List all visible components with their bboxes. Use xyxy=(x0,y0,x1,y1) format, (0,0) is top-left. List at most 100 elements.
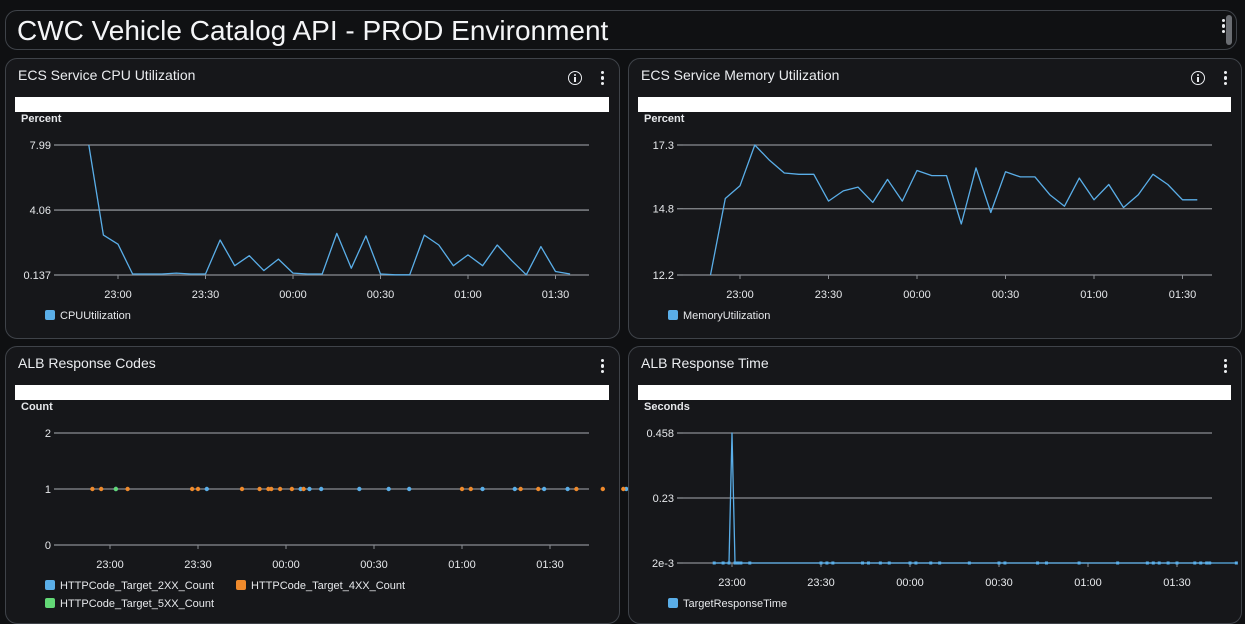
legend-swatch xyxy=(668,310,678,320)
data-point xyxy=(319,486,324,492)
legend-label: MemoryUtilization xyxy=(683,310,771,322)
legend-item-cpu[interactable]: CPUUtilization xyxy=(45,310,131,322)
widget-cpu-utilization: ECS Service CPU Utilization Percent 7.99… xyxy=(5,58,620,339)
data-point xyxy=(468,486,473,492)
data-point xyxy=(712,561,716,565)
data-point xyxy=(914,561,918,565)
data-point xyxy=(357,486,362,492)
x-tick-label: 23:00 xyxy=(96,559,124,571)
data-point xyxy=(1205,561,1209,565)
data-point xyxy=(536,486,541,492)
data-point xyxy=(407,486,412,492)
data-point xyxy=(113,486,119,492)
data-point xyxy=(997,561,1001,565)
data-point xyxy=(736,561,740,565)
response-time-chart: 0.458 0.23 2e-3 23:00 23:30 00:00 00:30 01:00 01… xyxy=(646,428,1238,589)
legend-swatch xyxy=(236,580,246,590)
data-point xyxy=(721,561,725,565)
data-point xyxy=(289,486,295,492)
widget-alb-response-time: ALB Response Time Seconds 0.458 0.23 2e-3 2… xyxy=(628,346,1242,624)
legend-item-5xx[interactable]: HTTPCode_Target_5XX_Count xyxy=(45,598,214,610)
data-point xyxy=(1234,561,1238,565)
y-tick-label: 12.2 xyxy=(653,270,674,282)
title-scrollbar[interactable] xyxy=(1226,15,1232,45)
y-tick-label: 14.8 xyxy=(653,204,674,216)
data-point xyxy=(1166,561,1170,565)
x-tick-label: 01:00 xyxy=(448,559,476,571)
y-tick-label: 0.137 xyxy=(23,270,51,282)
data-point xyxy=(386,486,391,492)
cpu-chart: 7.99 4.06 0.137 23:00 23:30 00:00 00:30 01:00 01… xyxy=(23,140,589,301)
data-point xyxy=(1116,561,1120,565)
y-tick-label: 0.23 xyxy=(653,493,674,505)
data-point xyxy=(600,486,605,492)
y-tick-label: 2 xyxy=(45,428,51,440)
x-tick-label: 23:00 xyxy=(726,289,754,301)
x-tick-label: 23:30 xyxy=(184,559,212,571)
data-point xyxy=(825,561,829,565)
data-point xyxy=(831,561,835,565)
x-tick-label: 23:00 xyxy=(718,577,746,589)
data-point xyxy=(1193,561,1197,565)
data-point xyxy=(307,486,312,492)
legend-item-2xx[interactable]: HTTPCode_Target_2XX_Count xyxy=(45,580,214,592)
data-point xyxy=(739,561,743,565)
data-point xyxy=(938,561,942,565)
data-point xyxy=(269,486,274,492)
x-tick-label: 23:00 xyxy=(104,289,132,301)
data-point xyxy=(908,561,912,565)
legend-label: CPUUtilization xyxy=(60,310,131,322)
x-tick-label: 23:30 xyxy=(807,577,835,589)
data-point xyxy=(1208,561,1212,565)
x-tick-label: 01:00 xyxy=(454,289,482,301)
data-point xyxy=(866,561,870,565)
legend-label: HTTPCode_Target_4XX_Count xyxy=(251,580,406,592)
data-point xyxy=(257,486,262,492)
x-tick-label: 01:30 xyxy=(542,289,570,301)
x-tick-label: 01:30 xyxy=(1169,289,1197,301)
data-point xyxy=(277,486,283,492)
data-point xyxy=(99,486,104,492)
legend-label: HTTPCode_Target_2XX_Count xyxy=(60,580,215,592)
x-tick-label: 00:30 xyxy=(360,559,388,571)
legend-swatch xyxy=(45,598,55,608)
legend-swatch xyxy=(668,598,678,608)
y-tick-label: 0 xyxy=(45,540,51,552)
data-point xyxy=(819,561,823,565)
data-point xyxy=(239,486,245,492)
legend-label: HTTPCode_Target_5XX_Count xyxy=(60,598,215,610)
data-point xyxy=(189,486,195,492)
x-tick-label: 00:00 xyxy=(279,289,307,301)
data-point xyxy=(748,561,752,565)
data-point xyxy=(1036,561,1040,565)
y-tick-label: 2e-3 xyxy=(652,558,674,570)
data-point xyxy=(195,486,201,492)
y-tick-label: 1 xyxy=(45,484,51,496)
x-tick-label: 00:30 xyxy=(992,289,1020,301)
data-point xyxy=(512,486,517,492)
x-tick-label: 01:00 xyxy=(1074,577,1102,589)
data-point xyxy=(1044,561,1048,565)
data-point xyxy=(480,486,485,492)
data-point xyxy=(1199,561,1203,565)
x-tick-label: 01:00 xyxy=(1080,289,1108,301)
data-point xyxy=(621,486,626,492)
dashboard-title-bar: CWC Vehicle Catalog API - PROD Environme… xyxy=(5,10,1237,50)
x-tick-label: 00:00 xyxy=(903,289,931,301)
legend-item-memory[interactable]: MemoryUtilization xyxy=(668,310,770,322)
data-point xyxy=(861,561,865,565)
x-tick-label: 00:00 xyxy=(272,559,300,571)
data-point xyxy=(727,561,731,565)
data-point xyxy=(565,486,570,492)
legend-swatch xyxy=(45,580,55,590)
data-point xyxy=(887,561,891,565)
data-point xyxy=(1003,561,1007,565)
legend-item-4xx[interactable]: HTTPCode_Target_4XX_Count xyxy=(236,580,405,592)
x-tick-label: 00:30 xyxy=(367,289,395,301)
y-tick-label: 0.458 xyxy=(646,428,674,440)
legend-item-response-time[interactable]: TargetResponseTime xyxy=(668,598,787,610)
widget-memory-utilization: ECS Service Memory Utilization Percent 1… xyxy=(628,58,1242,339)
data-point xyxy=(929,561,933,565)
data-point xyxy=(967,561,971,565)
data-point xyxy=(1151,561,1155,565)
